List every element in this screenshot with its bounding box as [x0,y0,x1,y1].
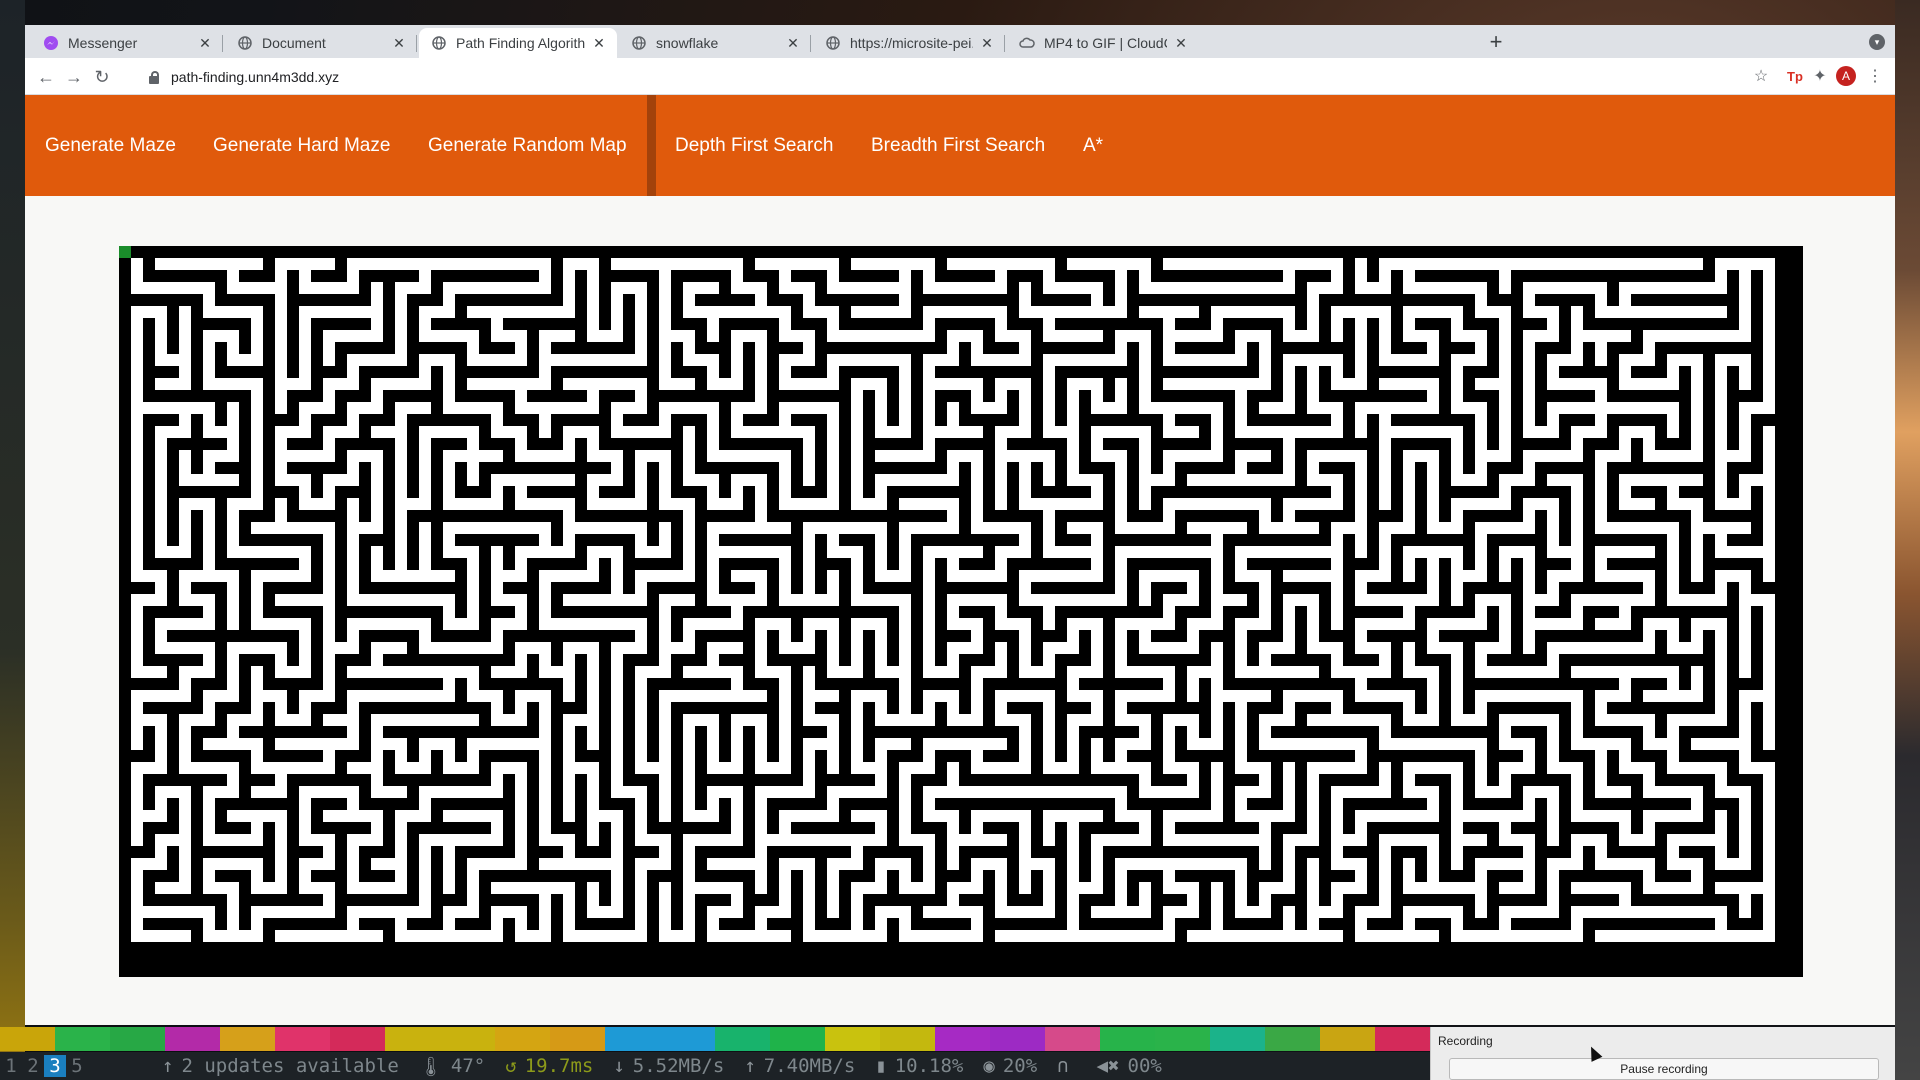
system-status-bar: 1 2 3 5 ↑ 2 updates available 🌡 47° ↺ 19.7m… [0,1052,1430,1080]
url-text: path-finding.unn4m3dd.xyz [171,68,340,85]
reload-icon[interactable]: ↻ [91,66,113,88]
page-content: Generate Maze Generate Hard Maze Generat… [25,95,1895,1025]
maze-start-cell[interactable] [119,246,131,258]
globe-icon [431,35,447,51]
bookmark-star-icon[interactable]: ☆ [1751,67,1771,87]
browser-window: Messenger ✕ Document ✕ Path Finding Algo… [25,25,1895,1025]
app-navbar: Generate Maze Generate Hard Maze Generat… [25,95,1895,196]
tab-cloudconvert[interactable]: MP4 to GIF | CloudConver ✕ [1007,28,1199,58]
workspace-color-bar [0,1027,1430,1051]
desktop-wallpaper-right [1895,0,1920,1080]
workspace-3[interactable]: 3 [44,1055,66,1077]
memory-icon: ▮ [875,1055,887,1077]
download-icon: ↓ [613,1055,625,1077]
tab-title: Document [262,35,326,51]
tab-title: https://microsite-pei.unn [850,35,973,51]
maze-grid[interactable] [119,246,1803,977]
upload-status: 7.40MB/s [763,1055,856,1077]
memory-status: 10.18% [894,1055,964,1077]
download-status: 5.52MB/s [632,1055,725,1077]
cloud-icon [1019,35,1035,51]
close-icon[interactable]: ✕ [197,35,213,51]
close-icon[interactable]: ✕ [591,35,607,51]
tab-title: snowflake [656,35,719,51]
messenger-icon [43,35,59,51]
tab-title: Messenger [68,35,138,51]
upload-icon: ↑ [744,1055,756,1077]
globe-icon [237,35,253,51]
nav-divider [647,95,656,196]
menu-kebab-icon[interactable]: ⋮ [1865,67,1885,87]
arrow-up-icon: ↑ [162,1055,174,1077]
thermometer-icon: 🌡 [418,1055,443,1078]
tab-title: MP4 to GIF | CloudConver [1044,35,1167,51]
tab-messenger[interactable]: Messenger ✕ [31,28,223,58]
ping-icon: ↺ [505,1055,517,1077]
globe-icon [631,35,647,51]
tab-title: Path Finding Algorithms [456,35,585,51]
pause-recording-button[interactable]: Pause recording [1449,1058,1879,1080]
new-tab-button[interactable]: + [1485,31,1507,54]
headphones-icon: ∩ [1057,1055,1069,1077]
tab-path-finding-algorithms[interactable]: Path Finding Algorithms ✕ [419,28,617,58]
forward-icon[interactable]: → [63,66,85,88]
tab-search-icon[interactable]: ▾ [1869,34,1885,50]
temperature-status: 47° [450,1055,486,1077]
browser-toolbar: ← → ↻ path-finding.unn4m3dd.xyz ☆ Tp ✦ A… [25,58,1895,95]
a-star-button[interactable]: A* [1083,95,1103,196]
close-icon[interactable]: ✕ [979,35,995,51]
profile-avatar[interactable]: A [1836,66,1856,86]
generate-maze-button[interactable]: Generate Maze [45,95,176,196]
tab-snowflake[interactable]: snowflake ✕ [619,28,811,58]
tab-strip: Messenger ✕ Document ✕ Path Finding Algo… [25,25,1895,58]
updates-status: 2 updates available [181,1055,399,1077]
close-icon[interactable]: ✕ [785,35,801,51]
latency-status: 19.7ms [524,1055,594,1077]
address-bar[interactable]: path-finding.unn4m3dd.xyz [135,62,1755,91]
cpu-gauge-icon: ◉ [983,1055,995,1077]
close-icon[interactable]: ✕ [391,35,407,51]
recording-title: Recording [1438,1034,1493,1048]
tab-document[interactable]: Document ✕ [225,28,417,58]
globe-icon [825,35,841,51]
volume-muted-icon[interactable]: ◀✖ [1097,1055,1120,1077]
depth-first-search-button[interactable]: Depth First Search [675,95,833,196]
cpu-status: 20% [1002,1055,1038,1077]
maze-canvas[interactable] [119,246,1803,977]
tab-microsite[interactable]: https://microsite-pei.unn ✕ [813,28,1005,58]
generate-hard-maze-button[interactable]: Generate Hard Maze [213,95,390,196]
lock-icon [147,70,161,84]
back-icon[interactable]: ← [35,66,57,88]
desktop-wallpaper-left [0,0,25,1080]
workspace-2[interactable]: 2 [22,1055,44,1077]
recording-panel: Recording Pause recording [1430,1027,1895,1080]
extensions-puzzle-icon[interactable]: ✦ [1810,67,1830,87]
workspace-1[interactable]: 1 [0,1055,22,1077]
workspace-5[interactable]: 5 [66,1055,88,1077]
generate-random-map-button[interactable]: Generate Random Map [428,95,627,196]
extension-tp-icon[interactable]: Tp [1785,67,1805,87]
volume-status: 00% [1127,1055,1162,1077]
close-icon[interactable]: ✕ [1173,35,1189,51]
breadth-first-search-button[interactable]: Breadth First Search [871,95,1045,196]
